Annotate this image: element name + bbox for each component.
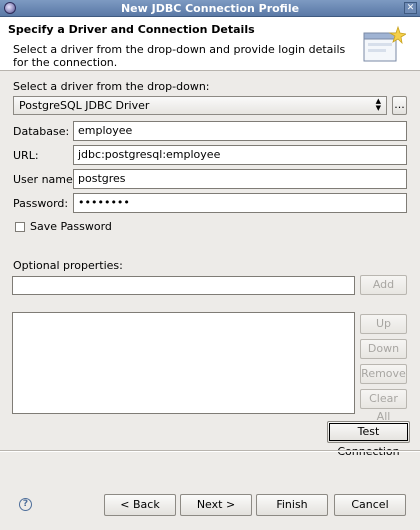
footer-separator (0, 450, 420, 452)
finish-button[interactable]: Finish (256, 494, 328, 516)
test-connection-button[interactable]: Test Connection (327, 421, 410, 458)
cancel-button[interactable]: Cancel (334, 494, 406, 516)
optional-properties-list[interactable] (12, 312, 355, 414)
driver-dropdown[interactable]: PostgreSQL JDBC Driver ▲ ▼ (13, 96, 387, 115)
optional-property-input[interactable] (12, 276, 355, 295)
database-label: Database: (13, 125, 70, 138)
next-button[interactable]: Next > (180, 494, 252, 516)
close-icon[interactable]: ✕ (404, 2, 417, 14)
password-label: Password: (13, 197, 69, 210)
page-title: Specify a Driver and Connection Details (8, 23, 255, 36)
save-password-label: Save Password (30, 220, 112, 233)
optional-properties-label: Optional properties: (13, 259, 123, 272)
back-button[interactable]: < Back (104, 494, 176, 516)
username-label: User name: (13, 173, 77, 186)
browse-driver-button[interactable]: ... (392, 96, 407, 115)
database-field[interactable]: employee (73, 121, 407, 141)
window-title: New JDBC Connection Profile (120, 2, 300, 15)
username-field[interactable]: postgres (73, 169, 407, 189)
page-description: Select a driver from the drop-down and p… (13, 43, 346, 69)
dropdown-arrows-icon: ▲ ▼ (375, 97, 381, 112)
wizard-banner-icon (363, 25, 406, 62)
clear-all-button[interactable]: Clear All (360, 389, 407, 423)
driver-dropdown-value: PostgreSQL JDBC Driver (19, 99, 150, 112)
url-field[interactable]: jdbc:postgresql:employee (73, 145, 407, 165)
password-field[interactable]: •••••••• (73, 193, 407, 213)
add-button[interactable]: Add (360, 275, 407, 295)
down-button[interactable]: Down (360, 339, 407, 359)
url-label: URL: (13, 149, 39, 162)
driver-label: Select a driver from the drop-down: (13, 80, 210, 93)
title-bar: New JDBC Connection Profile ✕ (0, 0, 420, 17)
wizard-banner: Specify a Driver and Connection Details … (0, 17, 420, 71)
save-password-checkbox[interactable] (15, 222, 25, 232)
help-icon[interactable]: ? (19, 498, 32, 511)
up-button[interactable]: Up (360, 314, 407, 334)
remove-button[interactable]: Remove (360, 364, 407, 384)
